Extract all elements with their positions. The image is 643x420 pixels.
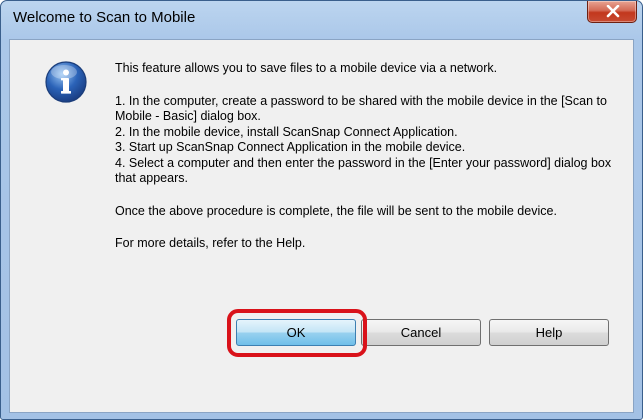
dialog-window: Welcome to Scan to Mobile This feature a… — [0, 0, 643, 420]
info-icon — [45, 61, 87, 103]
close-button[interactable] — [587, 1, 637, 23]
cancel-button[interactable]: Cancel — [361, 319, 481, 346]
close-icon — [606, 5, 620, 18]
title-bar[interactable]: Welcome to Scan to Mobile — [1, 1, 642, 39]
message-text: This feature allows you to save files to… — [115, 61, 615, 252]
step-4-text: 4. Select a computer and then enter the … — [115, 155, 612, 186]
step-1-text: 1. In the computer, create a password to… — [115, 93, 607, 124]
window-title: Welcome to Scan to Mobile — [13, 9, 196, 26]
help-reference-text: For more details, refer to the Help. — [115, 236, 306, 250]
step-3-text: 3. Start up ScanSnap Connect Application… — [115, 140, 466, 154]
step-2-text: 2. In the mobile device, install ScanSna… — [115, 124, 458, 139]
help-button[interactable]: Help — [489, 319, 609, 346]
completion-text: Once the above procedure is complete, th… — [115, 203, 557, 218]
ok-button[interactable]: OK — [236, 319, 356, 346]
intro-text: This feature allows you to save files to… — [115, 61, 498, 75]
